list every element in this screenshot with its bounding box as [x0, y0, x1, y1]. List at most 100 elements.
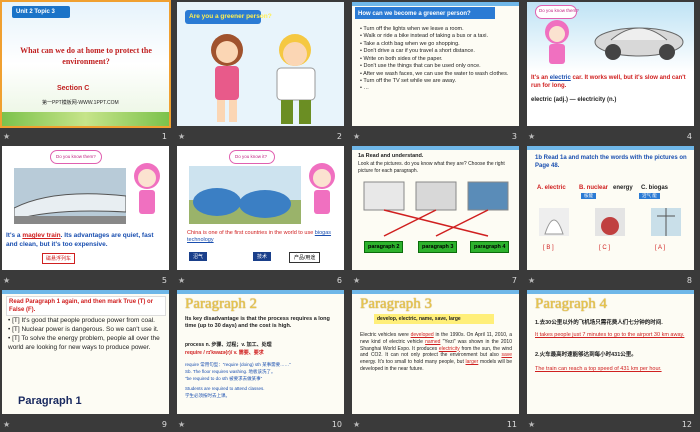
- slide-4[interactable]: Do you know them? It's an electric car. …: [527, 2, 694, 126]
- slide-number: 8: [686, 276, 692, 285]
- paragraph-label: Paragraph 1: [18, 395, 82, 407]
- slide-thumb-9[interactable]: Read Paragraph 1 again, and then mark Tr…: [0, 288, 175, 432]
- word-biogas: C. biogas: [641, 185, 669, 191]
- vocab-note: electric (adj.) — electricity (n.): [531, 97, 617, 103]
- paragraph-3-label: paragraph 3: [418, 241, 458, 253]
- tf-list: • [T] It's good that people produce powe…: [8, 316, 166, 352]
- translation-tag: 磁悬浮列车: [42, 253, 76, 264]
- question-1: 1.去30公里以外的飞机场只需花费人们七分钟的时间.: [535, 320, 663, 326]
- slide-thumb-7[interactable]: 1a Read and understand. Look at the pict…: [350, 144, 525, 288]
- slide-title: What can we do at home to protect the en…: [20, 46, 152, 66]
- slide-thumb-5[interactable]: Do you know them? It's a maglev train. I…: [0, 144, 175, 288]
- slide-title: How can we become a greener person?: [358, 11, 471, 17]
- slide-intro: Look at the pictures. do you know what t…: [358, 161, 505, 174]
- word-nuclear: B. nuclear: [579, 185, 609, 191]
- slide-number: 10: [331, 420, 342, 429]
- grammar-note: Students are required to attend classes.: [185, 386, 265, 391]
- grammar-note: "be required to do sth 被要求去做某事": [185, 376, 263, 381]
- word-bank: develop, electric, name, save, large: [374, 314, 494, 324]
- slide-5[interactable]: Do you know them? It's a maglev train. I…: [2, 146, 169, 270]
- site-label: 第一PPT模板网-WWW.1PPT.COM: [42, 100, 119, 106]
- transition-icon: ★: [178, 132, 186, 141]
- slide-title: Read Paragraph 1 again, and then mark Tr…: [6, 296, 166, 317]
- slide-sorter-grid: Unit 2 Topic 3 What can we do at home to…: [0, 0, 700, 431]
- slide-number: 11: [506, 420, 517, 429]
- list-item: • Turn off the lights when we leave a ro…: [360, 26, 464, 32]
- slide-thumb-2[interactable]: Are you a greener person? ★ 2: [175, 0, 350, 144]
- slide-thumb-11[interactable]: Paragraph 3 develop, electric, name, sav…: [350, 288, 525, 432]
- transition-icon: ★: [3, 132, 11, 141]
- transition-icon: ★: [528, 132, 536, 141]
- translation-tag: 核能: [581, 193, 596, 199]
- slide-number: 12: [681, 420, 692, 429]
- slide-11[interactable]: Paragraph 3 develop, electric, name, sav…: [352, 290, 519, 414]
- answer-1: [ B ]: [543, 245, 554, 251]
- slide-title: 1b Read 1a and match the words with the …: [535, 155, 687, 170]
- translation-tag: 技术: [253, 252, 272, 261]
- slide-thumb-4[interactable]: Do you know them? It's an electric car. …: [525, 0, 700, 144]
- paragraph-label: Paragraph 2: [185, 296, 258, 312]
- transition-icon: ★: [178, 276, 186, 285]
- slide-title: Are you a greener person?: [189, 13, 272, 20]
- key-sentence: Its key disadvantage is that the process…: [185, 316, 330, 330]
- slide-3[interactable]: How can we become a greener person? • Tu…: [352, 2, 519, 126]
- vocab-note: process n. 步骤、过程；v. 加工、处理: [185, 342, 272, 348]
- grass-decoration: [2, 112, 169, 126]
- translation-tag: 沼气: [189, 252, 208, 261]
- slide-6[interactable]: Do you know it? China is one of the firs…: [177, 146, 344, 270]
- transition-icon: ★: [528, 276, 536, 285]
- slide-thumb-1[interactable]: Unit 2 Topic 3 What can we do at home to…: [0, 0, 175, 144]
- slide-10[interactable]: Paragraph 2 Its key disadvantage is that…: [177, 290, 344, 414]
- slide-title: 1a Read and understand.: [358, 153, 424, 159]
- answer-2: The train can reach a top speed of 431 k…: [535, 366, 662, 372]
- slide-thumb-3[interactable]: How can we become a greener person? • Tu…: [350, 0, 525, 144]
- list-item: • …: [360, 85, 369, 92]
- slide-number: 5: [161, 276, 167, 285]
- list-item: • Don't drive a car if you travel a shor…: [360, 48, 475, 55]
- list-item: • Turn off the TV set while we are away.: [360, 77, 457, 84]
- list-item: • Write on both sides of the paper.: [360, 55, 443, 62]
- slide-2[interactable]: Are you a greener person?: [177, 2, 344, 126]
- electric-car-image: [594, 27, 684, 60]
- transition-icon: ★: [353, 276, 361, 285]
- answer-1: It takes people just 7 minutes to go to …: [535, 332, 685, 338]
- fill-in-passage: Electric vehicles were developed in the …: [360, 332, 512, 372]
- speech-bubble: Do you know them?: [539, 8, 579, 13]
- slide-thumb-12[interactable]: Paragraph 4 1.去30公里以外的飞机场只需花费人们七分钟的时间. I…: [525, 288, 700, 432]
- biogas-description: China is one of the first countries in t…: [187, 230, 332, 244]
- answer-2: [ C ]: [599, 245, 611, 251]
- slide-thumb-6[interactable]: Do you know it? China is one of the firs…: [175, 144, 350, 288]
- transition-icon: ★: [528, 420, 536, 429]
- speech-bubble: Do you know them?: [56, 154, 96, 159]
- slide-7[interactable]: 1a Read and understand. Look at the pict…: [352, 146, 519, 270]
- car-description: It's an electric car. It works well, but…: [531, 75, 686, 90]
- maglev-train-image: [14, 168, 126, 224]
- translation-tag: 产品/用途: [289, 252, 321, 263]
- paragraph-label: Paragraph 4: [535, 296, 608, 312]
- slide-1[interactable]: Unit 2 Topic 3 What can we do at home to…: [0, 0, 171, 128]
- slide-number: 7: [511, 276, 517, 285]
- tips-list: • Turn off the lights when we leave a ro…: [360, 26, 510, 93]
- list-item: • [T] Nuclear power is dangerous. So we …: [8, 326, 159, 334]
- slide-number: 4: [686, 132, 692, 141]
- slide-12[interactable]: Paragraph 4 1.去30公里以外的飞机场只需花费人们七分钟的时间. I…: [527, 290, 694, 414]
- grammar-note: require 常用句型："require (doing) sth 某事需要………: [185, 362, 291, 367]
- slide-thumb-10[interactable]: Paragraph 2 Its key disadvantage is that…: [175, 288, 350, 432]
- energy-pictures: [539, 208, 681, 236]
- slide-thumb-8[interactable]: 1b Read 1a and match the words with the …: [525, 144, 700, 288]
- list-item: • [T] To solve the energy problem, peopl…: [8, 335, 160, 352]
- slide-number: 3: [511, 132, 517, 141]
- transition-icon: ★: [3, 420, 11, 429]
- section-label: Section C: [57, 85, 90, 92]
- slide-8[interactable]: 1b Read 1a and match the words with the …: [527, 146, 694, 270]
- translation-tag: 沼气 能: [639, 193, 660, 199]
- speech-bubble: Do you know it?: [235, 154, 268, 159]
- unit-label: Unit 2 Topic 3: [16, 9, 55, 15]
- cartoon-girl-image: [545, 20, 569, 64]
- cartoon-girl-image: [134, 163, 160, 214]
- list-item: • Don't use the things that can be used …: [360, 63, 481, 70]
- list-item: • Take a cloth bag when we go shopping.: [360, 40, 460, 47]
- slide-9[interactable]: Read Paragraph 1 again, and then mark Tr…: [2, 290, 169, 414]
- cartoon-girl-image: [309, 163, 335, 214]
- list-item: • Walk or ride a bike instead of taking …: [360, 33, 488, 40]
